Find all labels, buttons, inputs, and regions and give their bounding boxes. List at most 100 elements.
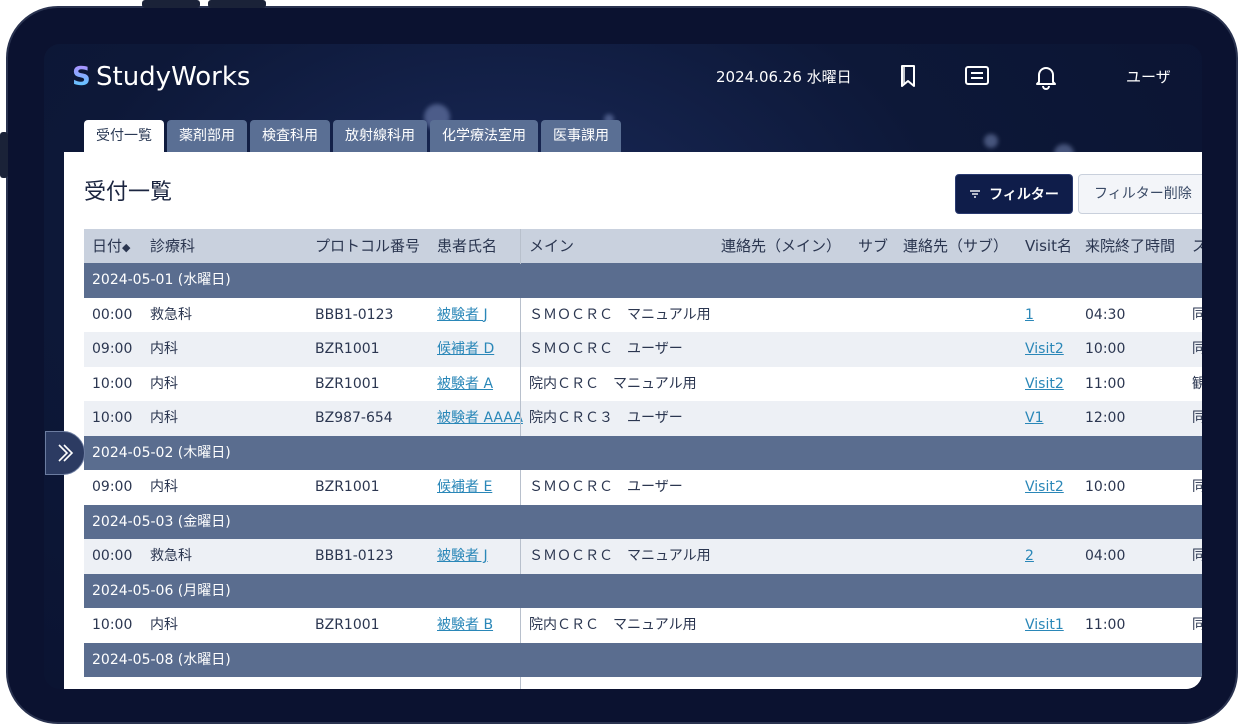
hardware-button [208,0,266,8]
tab-medical-affairs[interactable]: 医事課用 [541,120,621,152]
cell-department: 内科 [150,617,178,633]
tab-chemotherapy[interactable]: 化学療法室用 [430,120,538,152]
sort-icon: ◆ [122,241,131,254]
table-row[interactable]: 10:00 内科 BZR1001 被験者 B 院内ＣＲＣ マニュアル用 Visit1 11:… [84,608,1202,643]
cell-time: 09:00 [92,479,133,495]
cell-main: ＳＭＯＣＲＣ マニュアル用 [529,306,711,323]
tab-radiology[interactable]: 放射線科用 [333,120,427,152]
tab-reception[interactable]: 受付一覧 [84,120,164,152]
cell-department: 内科 [150,341,178,357]
tab-pharmacy[interactable]: 薬剤部用 [167,120,247,152]
date-group-header: 2024-05-02 (木曜日) [84,435,1202,470]
cell-status: 同 [1192,410,1202,426]
date-group-header: 2024-05-06 (月曜日) [84,573,1202,608]
double-chevron-right-icon [58,444,74,462]
table-row[interactable]: 09:00 内科 BZR1001 候補者 D ＳＭＯＣＲＣ ユーザー Visit2 10:0… [84,332,1202,367]
cell-status: 観 [1192,375,1202,392]
cell-status: 同 [1192,306,1202,323]
header-sub-contact: 連絡先（サブ） [903,237,1009,255]
patient-link[interactable]: 被験者 J [437,298,488,332]
patient-link[interactable]: 被験者 B [437,608,493,642]
tab-lab[interactable]: 検査科用 [250,120,330,152]
column-divider [520,677,521,689]
cell-department: 内科 [150,375,178,392]
cell-main: ＳＭＯＣＲＣ マニュアル用 [529,548,711,564]
table-body: 2024-05-01 (水曜日) 00:00 救急科 BBB1-0123 被験者 J ＳＭ… [84,263,1202,689]
cell-time: 10:00 [92,617,133,633]
column-divider [520,608,521,643]
visit-link[interactable]: Visit2 [1025,367,1064,401]
reception-table: 日付◆ 診療科 プロトコル番号 患者氏名 メイン 連絡先（メイン） サブ 連絡先… [84,229,1202,689]
cell-status: 同 [1192,341,1202,357]
cell-end-time: 04:00 [1085,548,1126,564]
table-header: 日付◆ 診療科 プロトコル番号 患者氏名 メイン 連絡先（メイン） サブ 連絡先… [84,229,1202,265]
cell-main: 院内ＣＲＣ３ ユーザー [529,410,683,426]
table-row[interactable]: 00:00 救急科 BBB1-0123 被験者 J ＳＭＯＣＲＣ マニュアル用 2 04:0… [84,539,1202,574]
cell-status: 同 [1192,548,1202,564]
header-status: ス [1192,237,1202,255]
bookmark-icon[interactable] [894,62,922,90]
cell-department: 内科 [150,410,178,426]
visit-link[interactable]: 2 [1025,539,1034,573]
cell-protocol: BZR1001 [315,341,380,357]
table-row[interactable]: 10:00 内科 BZ987-654 被験者 AAAA 院内ＣＲＣ３ ユーザー V1 12:… [84,401,1202,436]
cell-end-time: 04:30 [1085,306,1126,323]
column-divider [520,366,521,401]
filter-icon [970,190,981,198]
header-date[interactable]: 日付◆ [92,229,130,265]
header-patient: 患者氏名 [437,237,498,255]
cell-time: 09:00 [92,341,133,357]
header-sub: サブ [858,237,889,255]
patient-link[interactable]: 被験者 A [437,367,493,401]
background-bokeh [984,134,998,148]
column-divider [520,401,521,436]
cell-main: 院内ＣＲＣ マニュアル用 [529,617,697,633]
filter-button[interactable]: フィルター [955,174,1073,214]
current-date: 2024.06.26 水曜日 [716,68,852,86]
date-group-header: 2024-05-03 (金曜日) [84,504,1202,539]
cell-protocol: BBB1-0123 [315,548,394,564]
cell-protocol: BZR1001 [315,375,380,392]
table-row[interactable]: 09:00 内科 BZR1001 候補者 E ＳＭＯＣＲＣ ユーザー Visit2 10:0… [84,470,1202,505]
cell-department: 内科 [150,479,178,495]
cell-protocol: BZR1001 [315,617,380,633]
cell-protocol: BZ987-654 [315,410,393,426]
cell-time: 10:00 [92,410,133,426]
user-menu[interactable]: ユーザ [1126,66,1171,87]
header-main-contact: 連絡先（メイン） [721,237,842,255]
logo-mark: S [72,62,91,92]
cell-main: ＳＭＯＣＲＣ ユーザー [529,341,683,357]
cell-time: 00:00 [92,306,133,323]
cell-end-time: 12:00 [1085,410,1126,426]
cell-status: 同 [1192,479,1202,495]
patient-link[interactable]: 被験者 J [437,539,488,573]
visit-link[interactable]: Visit2 [1025,470,1064,504]
filter-button-label: フィルター [989,187,1059,203]
column-divider [520,332,521,367]
date-group-header: 2024-05-01 (水曜日) [84,263,1202,298]
app-screen: S StudyWorks 2024.06.26 水曜日 ユーザ 受付一覧 薬剤部… [44,44,1202,689]
message-icon[interactable] [963,62,991,90]
column-divider [520,297,521,332]
patient-link[interactable]: 被験者 AAAA [437,401,523,435]
table-row[interactable]: 10:00 内科 BZR1001 被験者 A 院内ＣＲＣ マニュアル用 Visit2 11:… [84,366,1202,401]
cell-end-time: 10:00 [1085,479,1126,495]
visit-link[interactable]: Visit2 [1025,332,1064,366]
visit-link[interactable]: 1 [1025,298,1034,332]
cell-end-time: 10:00 [1085,341,1126,357]
brand-name: StudyWorks [96,62,251,92]
visit-link[interactable]: V1 [1025,401,1043,435]
visit-link[interactable]: Visit1 [1025,608,1064,642]
table-row[interactable]: 00:00 救急科 BBB1-0123 被験者 J ＳＭＯＣＲＣ マニュアル用 1 04:3… [84,297,1202,332]
hardware-button [142,0,200,8]
cell-end-time: 11:00 [1085,617,1126,633]
patient-link[interactable]: 候補者 D [437,332,494,366]
column-divider [520,470,521,505]
patient-link[interactable]: 候補者 E [437,470,492,504]
app-logo[interactable]: S StudyWorks [72,62,250,92]
cell-status: 同 [1192,617,1202,633]
header-main: メイン [529,237,575,255]
cell-time: 10:00 [92,375,133,392]
filter-clear-button[interactable]: フィルター削除 [1078,174,1202,214]
bell-icon[interactable] [1032,62,1060,90]
